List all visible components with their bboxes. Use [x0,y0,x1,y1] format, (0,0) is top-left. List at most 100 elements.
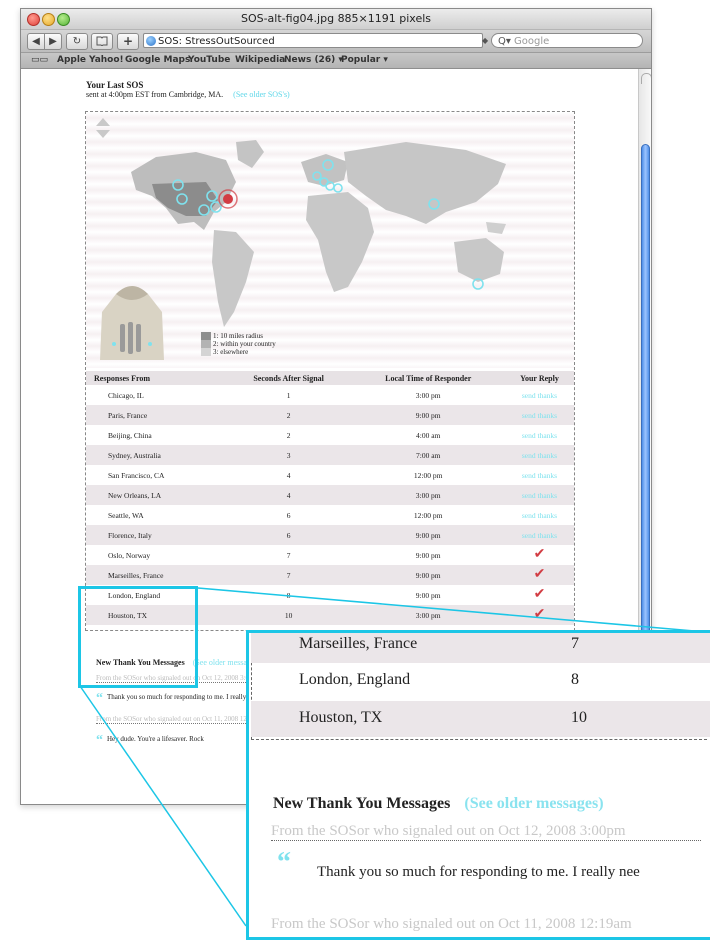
send-thanks-link[interactable]: send thanks [505,425,574,445]
legend-swatch-2 [201,340,211,348]
islands-shape [486,222,506,234]
thanked-check-icon: ✔ [533,547,546,562]
cell-time: 3:00 pm [351,605,505,625]
legend-label-3: 3: elsewhere [213,348,249,356]
older-sos-link[interactable]: (See older SOS's) [233,90,290,99]
bookmark-youtube[interactable]: YouTube [188,55,230,65]
quote-icon: “ [96,691,103,706]
marker-florence[interactable] [333,183,343,193]
message-text-2: Hey dude. You're a lifesaver. Rock [107,735,204,743]
legend-item-3: 3: elsewhere [201,348,276,356]
send-thanks-link[interactable]: send thanks [504,445,574,465]
cell-city: Oslo, Norway [108,550,151,560]
zoom-table-bottom-border [251,739,707,740]
cell-city: Paris, France [86,405,226,425]
message-from-2: From the SOSor who signaled out on Oct 1… [96,715,246,724]
cell-seconds: 8 [286,590,291,600]
cell-time: 9:00 pm [351,565,505,585]
cell-city: Sydney, Australia [86,445,226,465]
cell-seconds: 1 [286,390,291,400]
add-bookmark-button[interactable]: + [117,33,139,50]
australia-shape [454,238,504,282]
bookmarks-bar: ▭▭ Apple Yahoo! Google Maps YouTube Wiki… [21,53,651,69]
legend-label-1: 1: 10 miles radius [213,332,263,340]
cell-time: 3:00 pm [351,485,505,505]
send-thanks-link[interactable]: send thanks [504,485,574,505]
cell-time: 3:00 pm [415,390,441,400]
cell-seconds: 4 [286,470,291,480]
send-thanks-link[interactable]: send thanks [505,465,574,485]
bookmark-popular[interactable]: Popular ▾ [341,55,388,65]
message-text-1: Thank you so much for responding to me. … [107,693,246,701]
cell-seconds: 7 [225,565,352,585]
address-text: SOS: StressOutSourced [158,36,275,47]
bookmark-news[interactable]: News (26) ▾ [284,55,343,65]
thanked-check-icon: ✔ [504,565,574,585]
address-dropdown-icon[interactable]: ◆ [482,33,490,48]
cell-city: Chicago, IL [108,390,144,400]
window-title: SOS-alt-fig04.jpg 885×1191 pixels [240,12,432,25]
site-icon [146,36,156,46]
table-row: Beijing, China 2 4:00 am send thanks [86,425,574,445]
cell-seconds: 2 [286,430,291,440]
cell-time: 4:00 am [416,430,441,440]
cell-time: 9:00 pm [351,525,505,545]
zoom-messages-title: New Thank You Messages [273,795,451,812]
header-your-reply: Your Reply [504,371,574,385]
legend-label-2: 2: within your country [213,340,276,348]
cell-city: Marseilles, France [86,565,226,585]
zoom-seconds: 7 [571,635,579,652]
table-row: Florence, Italy 6 9:00 pm send thanks [86,525,574,545]
header-local-time: Local Time of Responder [351,371,505,385]
world-map: 1: 10 miles radius 2: within your countr… [86,112,574,368]
zoom-messages-heading: New Thank You Messages (See older messag… [273,795,604,813]
legend-swatch-3 [201,348,211,356]
table-row: Marseilles, France 7 9:00 pm ✔ [86,565,574,585]
map-zoom-in-icon[interactable] [96,118,110,126]
cell-time: 9:00 pm [415,550,441,560]
zoom-older-messages-link[interactable]: (See older messages) [464,795,603,812]
cell-time: 12:00 pm [413,470,443,480]
table-header-row: Responses From Seconds After Signal Loca… [86,371,574,385]
title-bar: SOS-alt-fig04.jpg 885×1191 pixels [21,9,651,30]
zoom-city: London, England [299,671,411,688]
search-placeholder: Google [514,36,550,47]
search-icon: Q▾ [498,36,511,47]
address-bar[interactable]: SOS: StressOutSourced [143,33,483,48]
reload-button[interactable]: ↻ [66,33,88,50]
back-button[interactable]: ◀ [27,33,45,50]
cell-city: Seattle, WA [108,510,144,520]
cell-seconds: 6 [286,510,291,520]
zoom-quote-icon: “ [277,847,291,878]
bookmark-yahoo[interactable]: Yahoo! [89,55,124,65]
zoom-seconds: 10 [571,709,587,726]
send-thanks-link[interactable]: send thanks [505,385,574,405]
zoom-seconds: 8 [571,671,579,688]
world-map-graphic [96,118,506,360]
zoom-source-box [78,586,198,688]
search-field[interactable]: Q▾ Google [491,33,643,48]
cell-time: 9:00 pm [351,405,505,425]
send-thanks-link[interactable]: send thanks [504,525,574,545]
send-thanks-link[interactable]: send thanks [505,505,574,525]
map-zoom-out-icon[interactable] [96,130,110,138]
bookmark-google-maps[interactable]: Google Maps [125,55,190,65]
cell-seconds: 6 [225,525,352,545]
jacket-illustration [100,286,164,360]
zoom-row: Marseilles, France 7 [251,633,710,663]
sos-panel: 1: 10 miles radius 2: within your countr… [85,111,575,631]
cell-seconds: 2 [225,405,352,425]
send-thanks-link[interactable]: send thanks [504,405,574,425]
bookmark-apple[interactable]: Apple [57,55,86,65]
africa-shape [306,192,374,292]
header-seconds: Seconds After Signal [225,371,352,385]
book-icon[interactable]: ▭▭ [31,55,48,65]
greenland-shape [236,140,264,168]
table-row: San Francisco, CA 4 12:00 pm send thanks [86,465,574,485]
bookmark-wikipedia[interactable]: Wikipedia [235,55,285,65]
legend-item-2: 2: within your country [201,340,276,348]
table-row: Oslo, Norway 7 9:00 pm ✔ [86,545,574,565]
forward-button[interactable]: ▶ [44,33,62,50]
zoom-callout: Marseilles, France 7 London, England 8 H… [246,630,710,940]
bookmark-button[interactable] [91,33,113,50]
